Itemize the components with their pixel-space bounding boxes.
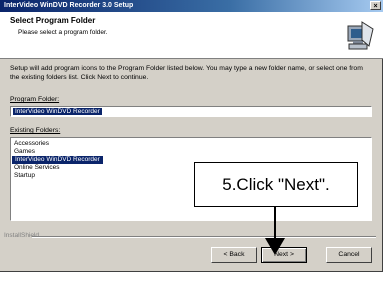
program-folder-value: InterVideo WinDVD Recorder	[13, 108, 102, 115]
page-subtitle: Please select a program folder.	[18, 29, 108, 36]
list-item[interactable]: Online Services	[14, 164, 60, 172]
back-button[interactable]: < Back	[211, 247, 257, 263]
title-bar: InterVideo WinDVD Recorder 3.0 Setup ×	[0, 0, 383, 12]
header-panel: Select Program Folder Please select a pr…	[0, 12, 383, 59]
list-item[interactable]: Startup	[14, 172, 35, 180]
list-item-selected[interactable]: InterVideo WinDVD Recorder	[12, 156, 103, 164]
list-item[interactable]: Games	[14, 148, 35, 156]
setup-window: InterVideo WinDVD Recorder 3.0 Setup × S…	[0, 0, 383, 272]
instructions-text: Setup will add program icons to the Prog…	[10, 65, 363, 81]
program-folder-label: Program Folder:	[10, 96, 60, 103]
callout-text: 5.Click "Next".	[222, 175, 330, 194]
instruction-callout: 5.Click "Next".	[194, 162, 358, 207]
close-button[interactable]: ×	[370, 1, 381, 10]
list-item[interactable]: Accessories	[14, 140, 49, 148]
pointer-arrow-shaft	[274, 207, 276, 242]
page-title: Select Program Folder	[10, 16, 96, 25]
pointer-arrow-icon	[265, 238, 285, 255]
footer-divider	[32, 236, 376, 238]
cancel-button[interactable]: Cancel	[326, 247, 372, 263]
window-title: InterVideo WinDVD Recorder 3.0 Setup	[4, 2, 134, 9]
existing-folders-label: Existing Folders:	[10, 127, 61, 134]
program-folder-input[interactable]: InterVideo WinDVD Recorder	[10, 106, 372, 117]
setup-computer-icon	[347, 21, 374, 50]
